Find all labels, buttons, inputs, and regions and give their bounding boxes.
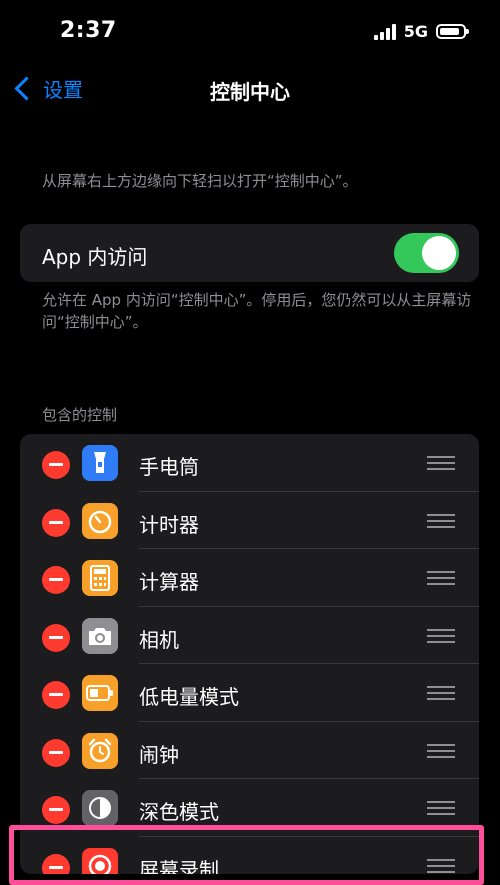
remove-alarm-button[interactable] xyxy=(42,738,70,767)
drag-handle-icon[interactable] xyxy=(427,456,455,470)
status-bar: 2:37 5G xyxy=(0,0,500,66)
control-label: 相机 xyxy=(139,627,179,652)
remove-dark-mode-button[interactable] xyxy=(42,796,70,824)
control-row-timer: 计时器 xyxy=(20,492,479,549)
drag-handle-icon[interactable] xyxy=(427,743,455,758)
remove-calculator-button[interactable] xyxy=(42,566,70,594)
drag-handle-icon[interactable] xyxy=(427,801,455,815)
control-row-flashlight: 手电筒 xyxy=(20,434,479,492)
app-access-toggle[interactable] xyxy=(394,233,459,273)
screen-recording-highlight xyxy=(9,825,484,885)
remove-flashlight-button[interactable] xyxy=(42,451,70,479)
app-access-row: App 内访问 xyxy=(20,224,479,282)
status-time: 2:37 xyxy=(60,18,117,43)
control-row-low-power: 低电量模式 xyxy=(20,664,479,722)
status-icons: 5G xyxy=(373,22,469,41)
control-row-camera: 相机 xyxy=(20,607,479,664)
navigation-bar: 设置 控制中心 xyxy=(0,66,500,112)
flashlight-icon xyxy=(82,445,118,481)
included-controls-header: 包含的控制 xyxy=(42,406,118,424)
drag-handle-icon[interactable] xyxy=(427,513,455,528)
control-label: 计算器 xyxy=(139,570,199,594)
app-access-label: App 内访问 xyxy=(42,245,148,269)
control-label: 闹钟 xyxy=(139,742,179,767)
drag-handle-icon[interactable] xyxy=(427,571,455,585)
intro-text: 从屏幕右上方边缘向下轻扫以打开“控制中心”。 xyxy=(42,172,358,190)
control-row-alarm: 闹钟 xyxy=(20,722,479,779)
control-label: 计时器 xyxy=(139,512,199,537)
battery-icon xyxy=(82,675,118,711)
battery-status-icon xyxy=(436,24,469,39)
remove-timer-button[interactable] xyxy=(42,508,70,537)
timer-icon xyxy=(82,502,118,539)
alarm-icon xyxy=(82,732,118,769)
page-title: 控制中心 xyxy=(210,80,290,104)
remove-camera-button[interactable] xyxy=(42,623,70,652)
toggle-knob xyxy=(422,236,456,270)
camera-icon xyxy=(82,617,118,654)
network-type: 5G xyxy=(403,22,428,41)
included-controls-list: 手电筒 计时器 计算器 相机 低电量模式 闹钟 深色模式 屏幕录制 xyxy=(20,434,479,874)
control-label: 手电筒 xyxy=(139,455,199,479)
control-label: 深色模式 xyxy=(139,800,219,824)
drag-handle-icon[interactable] xyxy=(427,686,455,700)
calculator-icon xyxy=(82,560,118,596)
dark-mode-icon xyxy=(82,790,118,826)
remove-low-power-button[interactable] xyxy=(42,681,70,709)
cellular-signal-icon xyxy=(373,23,396,40)
control-label: 低电量模式 xyxy=(139,685,239,709)
app-access-description: 允许在 App 内访问“控制中心”。停用后，您仍然可以从主屏幕访问“控制中心”。 xyxy=(42,291,472,331)
drag-handle-icon[interactable] xyxy=(427,628,455,643)
control-row-calculator: 计算器 xyxy=(20,549,479,607)
